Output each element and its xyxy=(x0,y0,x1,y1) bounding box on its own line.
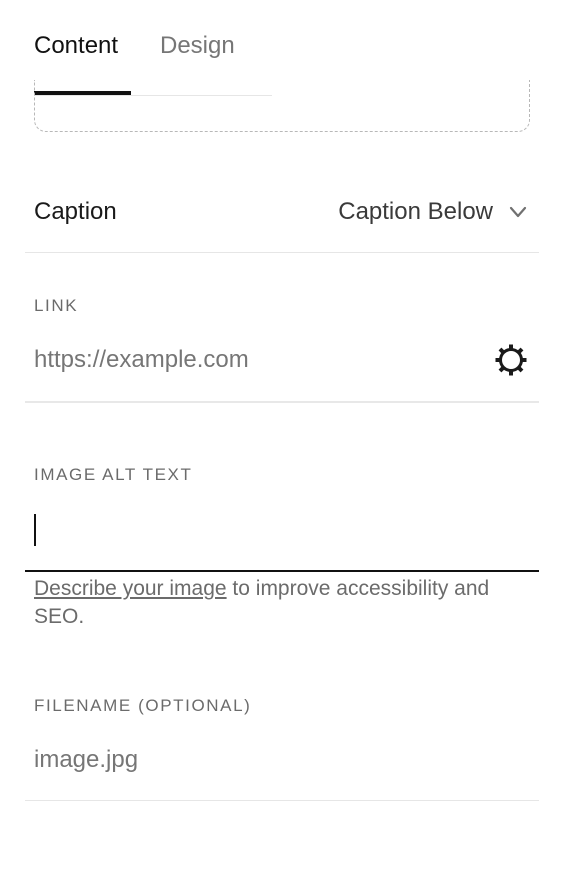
image-dropzone[interactable] xyxy=(34,80,530,132)
filename-input[interactable]: image.jpg xyxy=(34,744,138,776)
alt-text-help: Describe your image to improve accessibi… xyxy=(34,575,514,631)
alt-text-label: IMAGE ALT TEXT xyxy=(34,465,193,484)
alt-text-input[interactable] xyxy=(25,500,539,572)
caption-select[interactable]: Caption Below xyxy=(338,196,529,228)
gear-icon[interactable] xyxy=(493,342,529,378)
text-cursor xyxy=(34,514,36,546)
link-label: LINK xyxy=(34,296,79,315)
caption-label: Caption xyxy=(34,198,117,225)
chevron-down-icon xyxy=(509,206,527,218)
caption-row: Caption Caption Below xyxy=(25,172,539,253)
filename-label: FILENAME (OPTIONAL) xyxy=(34,696,252,715)
link-field[interactable]: https://example.com xyxy=(25,330,539,403)
caption-select-value: Caption Below xyxy=(338,198,493,225)
filename-field[interactable]: image.jpg xyxy=(25,730,539,801)
describe-image-link[interactable]: Describe your image xyxy=(34,577,227,600)
link-input[interactable]: https://example.com xyxy=(34,344,249,376)
tab-content[interactable]: Content xyxy=(34,30,118,62)
tab-design[interactable]: Design xyxy=(160,30,235,62)
